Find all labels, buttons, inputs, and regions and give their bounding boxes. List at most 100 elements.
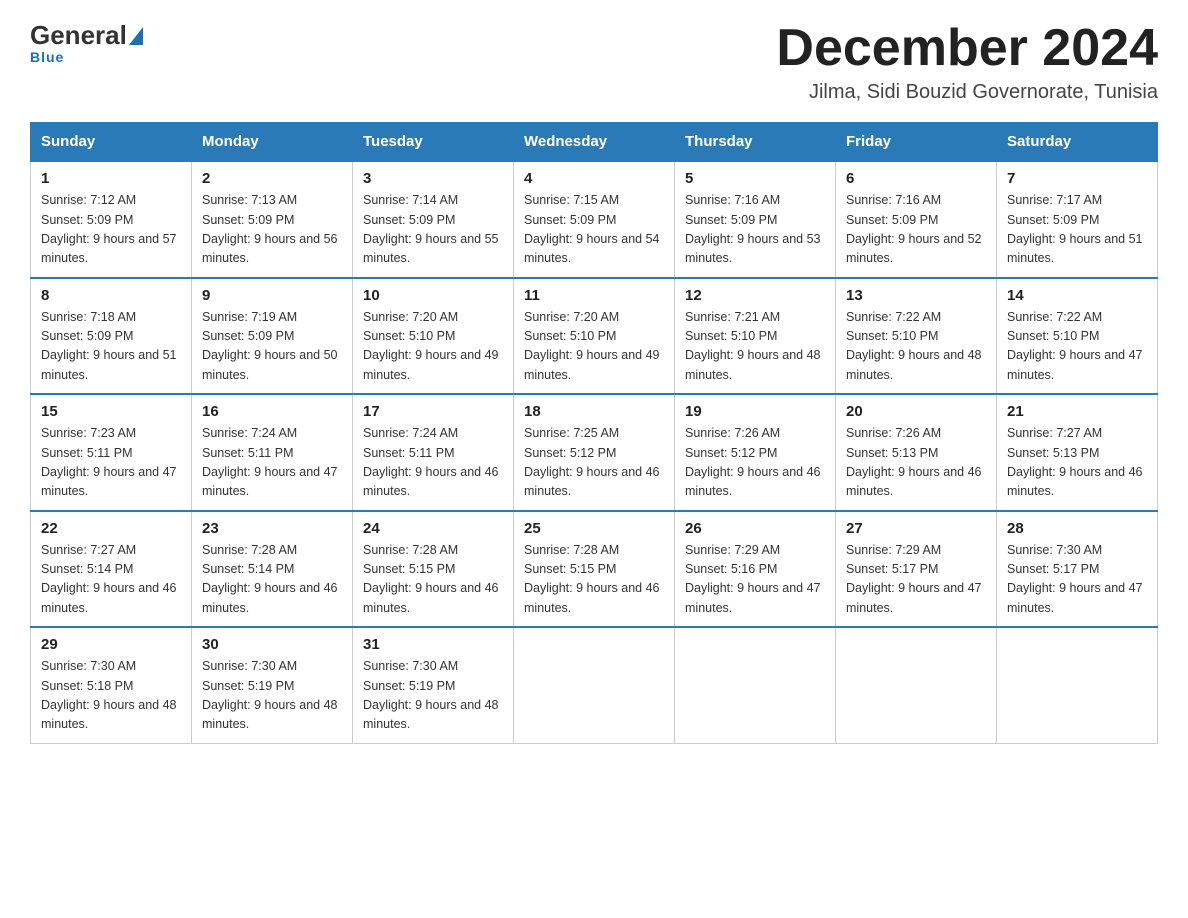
day-number: 11 — [524, 287, 664, 304]
day-number: 1 — [41, 170, 181, 187]
day-info: Sunrise: 7:28 AMSunset: 5:15 PMDaylight:… — [363, 541, 503, 619]
table-row: 29 Sunrise: 7:30 AMSunset: 5:18 PMDaylig… — [31, 627, 192, 743]
day-info: Sunrise: 7:24 AMSunset: 5:11 PMDaylight:… — [202, 424, 342, 502]
day-info: Sunrise: 7:26 AMSunset: 5:12 PMDaylight:… — [685, 424, 825, 502]
table-row: 8 Sunrise: 7:18 AMSunset: 5:09 PMDayligh… — [31, 278, 192, 395]
table-row: 11 Sunrise: 7:20 AMSunset: 5:10 PMDaylig… — [514, 278, 675, 395]
table-row: 31 Sunrise: 7:30 AMSunset: 5:19 PMDaylig… — [353, 627, 514, 743]
day-info: Sunrise: 7:16 AMSunset: 5:09 PMDaylight:… — [685, 191, 825, 269]
calendar-table: Sunday Monday Tuesday Wednesday Thursday… — [30, 122, 1158, 744]
table-row: 23 Sunrise: 7:28 AMSunset: 5:14 PMDaylig… — [192, 511, 353, 628]
table-row: 14 Sunrise: 7:22 AMSunset: 5:10 PMDaylig… — [997, 278, 1158, 395]
day-number: 27 — [846, 520, 986, 537]
day-number: 26 — [685, 520, 825, 537]
day-info: Sunrise: 7:30 AMSunset: 5:17 PMDaylight:… — [1007, 541, 1147, 619]
day-number: 8 — [41, 287, 181, 304]
day-number: 6 — [846, 170, 986, 187]
day-info: Sunrise: 7:20 AMSunset: 5:10 PMDaylight:… — [363, 308, 503, 386]
calendar-week-row: 8 Sunrise: 7:18 AMSunset: 5:09 PMDayligh… — [31, 278, 1158, 395]
table-row: 4 Sunrise: 7:15 AMSunset: 5:09 PMDayligh… — [514, 161, 675, 278]
table-row: 30 Sunrise: 7:30 AMSunset: 5:19 PMDaylig… — [192, 627, 353, 743]
table-row: 5 Sunrise: 7:16 AMSunset: 5:09 PMDayligh… — [675, 161, 836, 278]
table-row — [514, 627, 675, 743]
day-info: Sunrise: 7:15 AMSunset: 5:09 PMDaylight:… — [524, 191, 664, 269]
logo: General Blue — [30, 20, 145, 65]
day-number: 3 — [363, 170, 503, 187]
day-info: Sunrise: 7:24 AMSunset: 5:11 PMDaylight:… — [363, 424, 503, 502]
table-row: 1 Sunrise: 7:12 AMSunset: 5:09 PMDayligh… — [31, 161, 192, 278]
table-row: 18 Sunrise: 7:25 AMSunset: 5:12 PMDaylig… — [514, 394, 675, 511]
day-number: 5 — [685, 170, 825, 187]
day-info: Sunrise: 7:17 AMSunset: 5:09 PMDaylight:… — [1007, 191, 1147, 269]
logo-general-text: General — [30, 20, 127, 51]
col-saturday: Saturday — [997, 123, 1158, 162]
table-row: 24 Sunrise: 7:28 AMSunset: 5:15 PMDaylig… — [353, 511, 514, 628]
day-info: Sunrise: 7:13 AMSunset: 5:09 PMDaylight:… — [202, 191, 342, 269]
day-info: Sunrise: 7:16 AMSunset: 5:09 PMDaylight:… — [846, 191, 986, 269]
day-number: 7 — [1007, 170, 1147, 187]
day-info: Sunrise: 7:22 AMSunset: 5:10 PMDaylight:… — [846, 308, 986, 386]
table-row: 28 Sunrise: 7:30 AMSunset: 5:17 PMDaylig… — [997, 511, 1158, 628]
day-number: 19 — [685, 403, 825, 420]
table-row: 7 Sunrise: 7:17 AMSunset: 5:09 PMDayligh… — [997, 161, 1158, 278]
day-number: 20 — [846, 403, 986, 420]
table-row: 26 Sunrise: 7:29 AMSunset: 5:16 PMDaylig… — [675, 511, 836, 628]
page-header: General Blue December 2024 Jilma, Sidi B… — [30, 20, 1158, 104]
day-number: 12 — [685, 287, 825, 304]
day-number: 16 — [202, 403, 342, 420]
day-number: 17 — [363, 403, 503, 420]
col-thursday: Thursday — [675, 123, 836, 162]
day-number: 4 — [524, 170, 664, 187]
day-info: Sunrise: 7:28 AMSunset: 5:14 PMDaylight:… — [202, 541, 342, 619]
day-info: Sunrise: 7:30 AMSunset: 5:19 PMDaylight:… — [363, 657, 503, 735]
table-row: 25 Sunrise: 7:28 AMSunset: 5:15 PMDaylig… — [514, 511, 675, 628]
table-row: 20 Sunrise: 7:26 AMSunset: 5:13 PMDaylig… — [836, 394, 997, 511]
table-row: 6 Sunrise: 7:16 AMSunset: 5:09 PMDayligh… — [836, 161, 997, 278]
page-subtitle: Jilma, Sidi Bouzid Governorate, Tunisia — [776, 81, 1158, 104]
day-number: 31 — [363, 636, 503, 653]
day-number: 22 — [41, 520, 181, 537]
col-sunday: Sunday — [31, 123, 192, 162]
title-block: December 2024 Jilma, Sidi Bouzid Governo… — [776, 20, 1158, 104]
calendar-header-row: Sunday Monday Tuesday Wednesday Thursday… — [31, 123, 1158, 162]
day-number: 14 — [1007, 287, 1147, 304]
col-monday: Monday — [192, 123, 353, 162]
day-info: Sunrise: 7:25 AMSunset: 5:12 PMDaylight:… — [524, 424, 664, 502]
day-info: Sunrise: 7:20 AMSunset: 5:10 PMDaylight:… — [524, 308, 664, 386]
table-row: 3 Sunrise: 7:14 AMSunset: 5:09 PMDayligh… — [353, 161, 514, 278]
day-number: 15 — [41, 403, 181, 420]
table-row: 21 Sunrise: 7:27 AMSunset: 5:13 PMDaylig… — [997, 394, 1158, 511]
day-info: Sunrise: 7:30 AMSunset: 5:19 PMDaylight:… — [202, 657, 342, 735]
day-number: 23 — [202, 520, 342, 537]
day-number: 29 — [41, 636, 181, 653]
col-friday: Friday — [836, 123, 997, 162]
calendar-week-row: 22 Sunrise: 7:27 AMSunset: 5:14 PMDaylig… — [31, 511, 1158, 628]
table-row: 16 Sunrise: 7:24 AMSunset: 5:11 PMDaylig… — [192, 394, 353, 511]
table-row — [675, 627, 836, 743]
table-row: 9 Sunrise: 7:19 AMSunset: 5:09 PMDayligh… — [192, 278, 353, 395]
day-info: Sunrise: 7:21 AMSunset: 5:10 PMDaylight:… — [685, 308, 825, 386]
table-row: 27 Sunrise: 7:29 AMSunset: 5:17 PMDaylig… — [836, 511, 997, 628]
day-info: Sunrise: 7:12 AMSunset: 5:09 PMDaylight:… — [41, 191, 181, 269]
table-row — [997, 627, 1158, 743]
day-number: 25 — [524, 520, 664, 537]
day-number: 13 — [846, 287, 986, 304]
day-number: 10 — [363, 287, 503, 304]
col-tuesday: Tuesday — [353, 123, 514, 162]
table-row: 12 Sunrise: 7:21 AMSunset: 5:10 PMDaylig… — [675, 278, 836, 395]
table-row: 13 Sunrise: 7:22 AMSunset: 5:10 PMDaylig… — [836, 278, 997, 395]
day-info: Sunrise: 7:19 AMSunset: 5:09 PMDaylight:… — [202, 308, 342, 386]
day-info: Sunrise: 7:27 AMSunset: 5:13 PMDaylight:… — [1007, 424, 1147, 502]
table-row: 22 Sunrise: 7:27 AMSunset: 5:14 PMDaylig… — [31, 511, 192, 628]
table-row: 17 Sunrise: 7:24 AMSunset: 5:11 PMDaylig… — [353, 394, 514, 511]
table-row: 2 Sunrise: 7:13 AMSunset: 5:09 PMDayligh… — [192, 161, 353, 278]
table-row: 10 Sunrise: 7:20 AMSunset: 5:10 PMDaylig… — [353, 278, 514, 395]
table-row: 19 Sunrise: 7:26 AMSunset: 5:12 PMDaylig… — [675, 394, 836, 511]
day-number: 2 — [202, 170, 342, 187]
day-info: Sunrise: 7:27 AMSunset: 5:14 PMDaylight:… — [41, 541, 181, 619]
day-info: Sunrise: 7:23 AMSunset: 5:11 PMDaylight:… — [41, 424, 181, 502]
day-info: Sunrise: 7:29 AMSunset: 5:17 PMDaylight:… — [846, 541, 986, 619]
day-info: Sunrise: 7:30 AMSunset: 5:18 PMDaylight:… — [41, 657, 181, 735]
day-info: Sunrise: 7:28 AMSunset: 5:15 PMDaylight:… — [524, 541, 664, 619]
logo-triangle-icon — [129, 27, 143, 45]
